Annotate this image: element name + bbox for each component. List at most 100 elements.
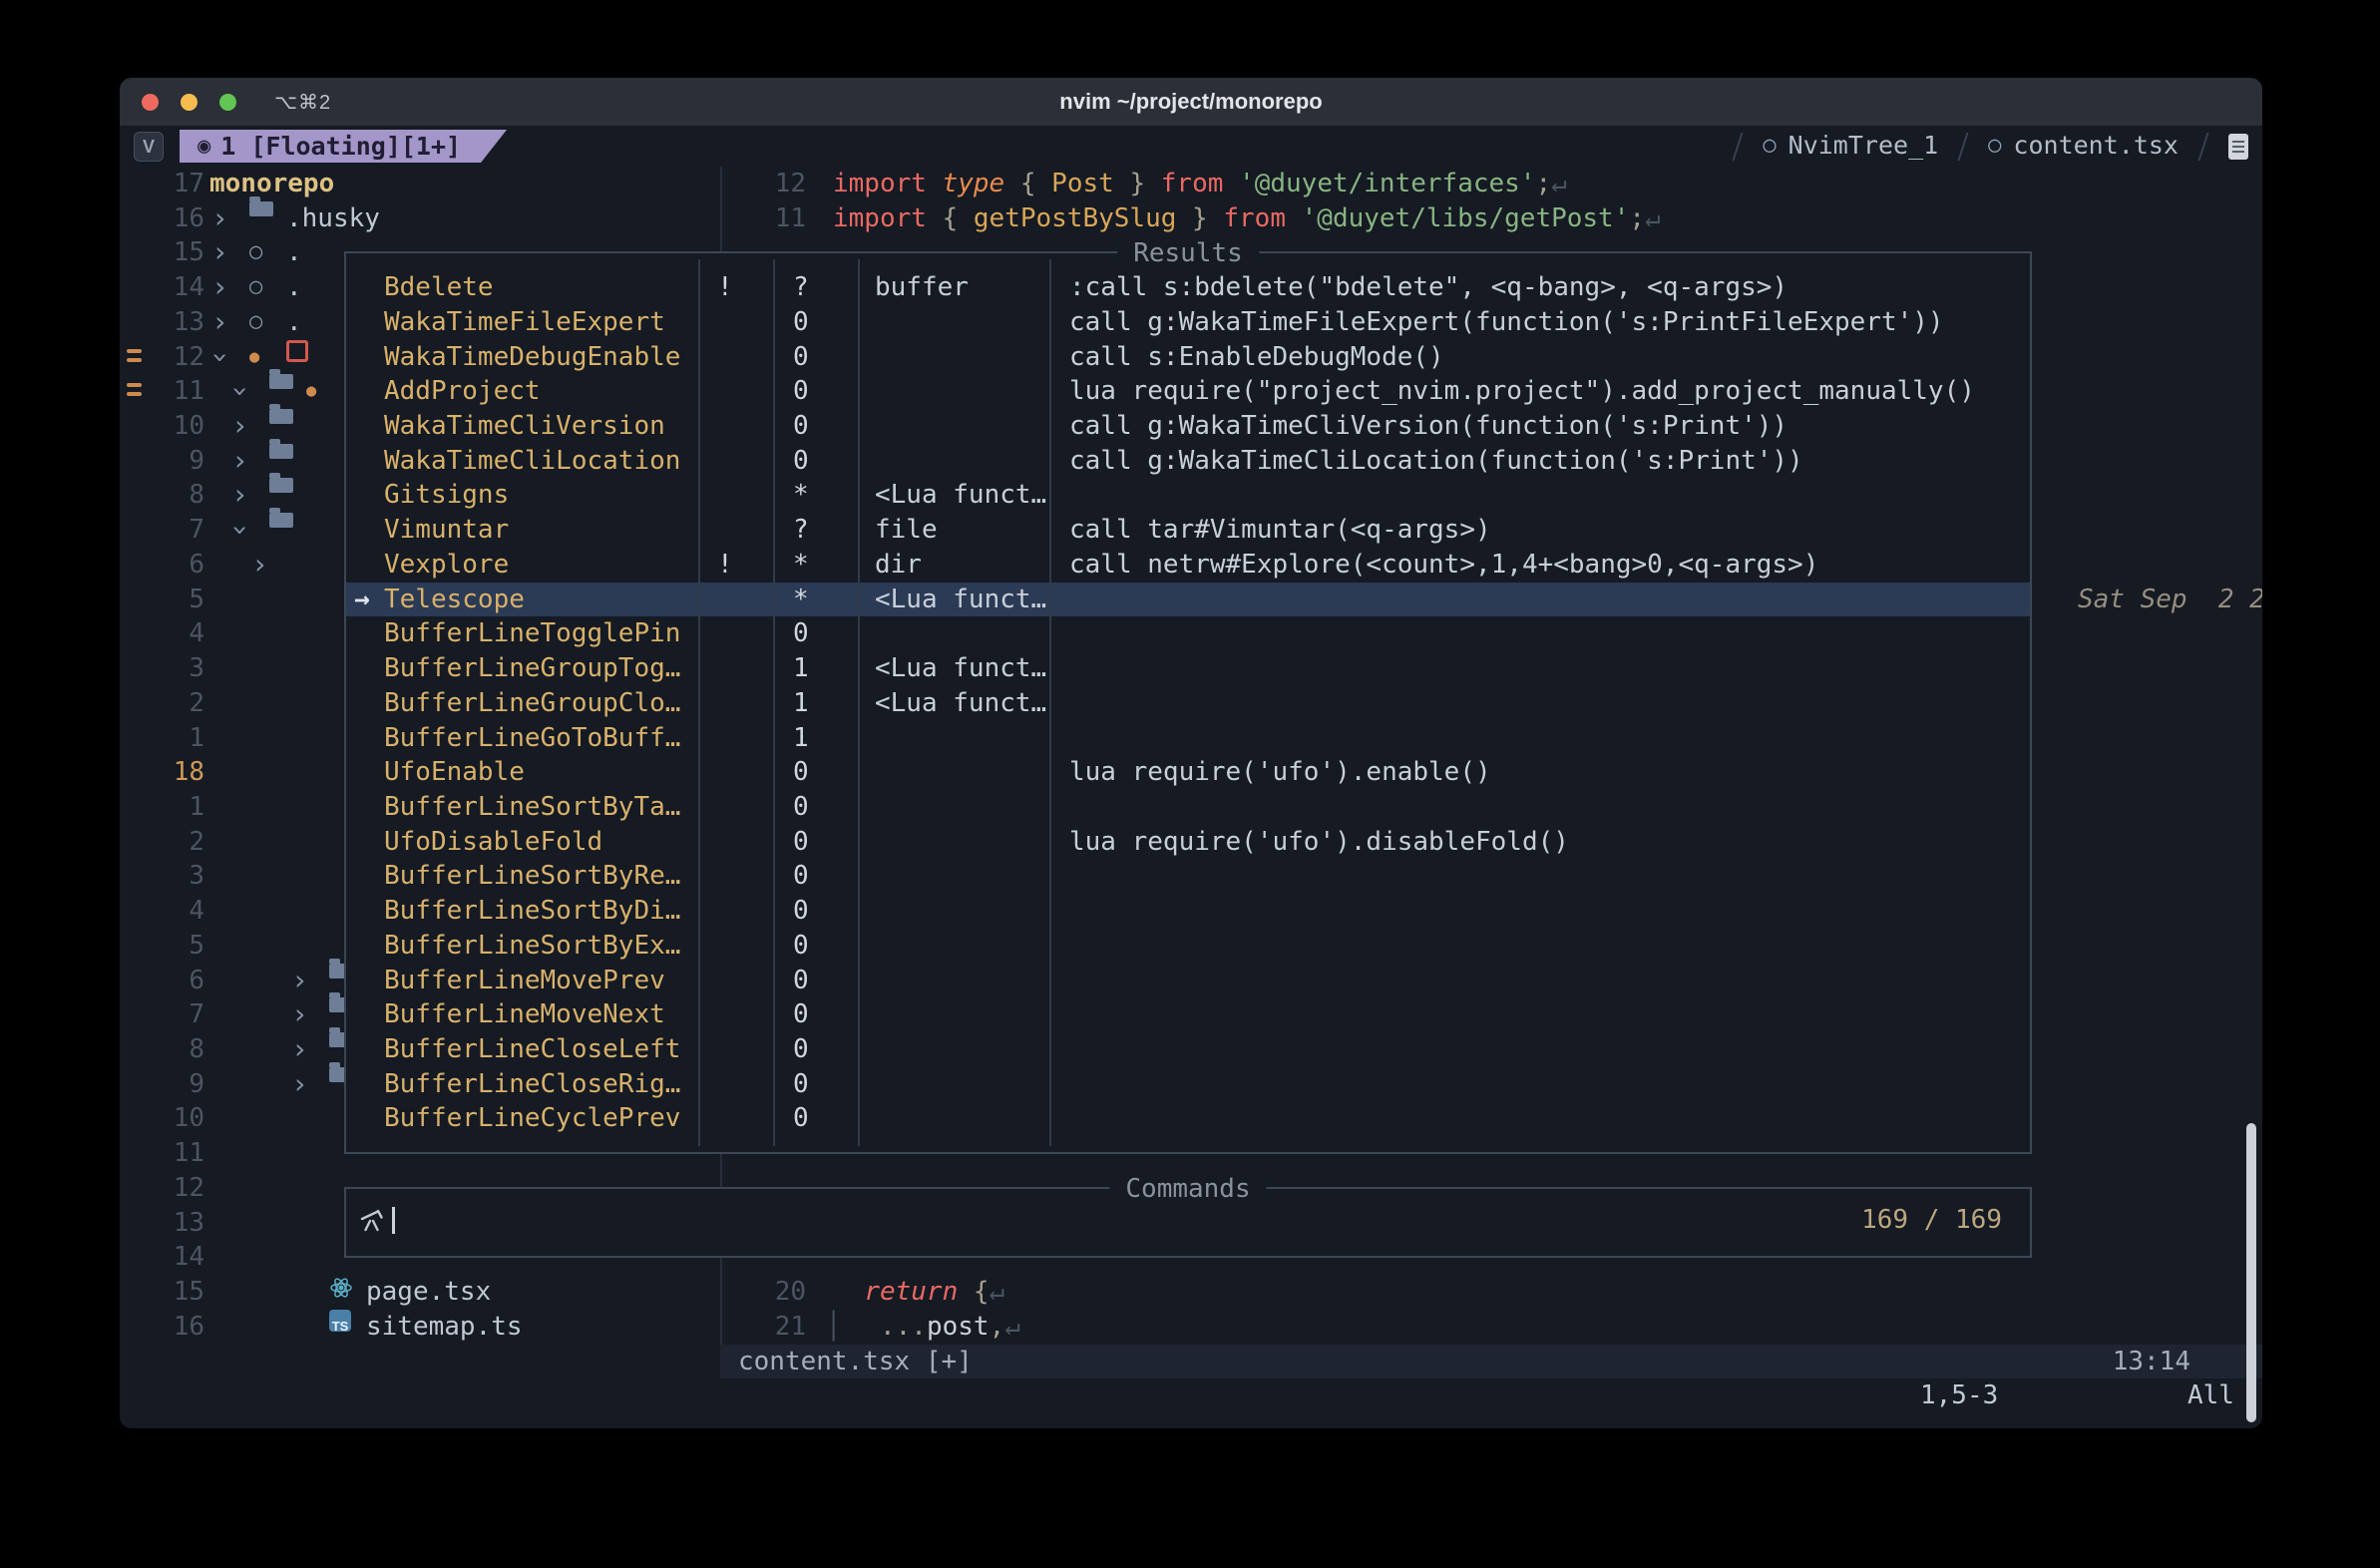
titlebar[interactable]: ⌥⌘2 nvim ~/project/monorepo xyxy=(120,78,2262,127)
code-token: ↵ xyxy=(1551,169,1567,198)
command-name: Bdelete xyxy=(384,270,494,305)
command-nargs: 0 xyxy=(793,409,809,444)
command-nargs: 0 xyxy=(793,964,809,998)
command-nargs: * xyxy=(793,478,809,513)
result-row[interactable]: BufferLineSortByDi… 0 xyxy=(346,894,2030,929)
results-list: Bdelete!?buffer:call s:bdelete("bdelete"… xyxy=(346,253,2030,1152)
code-token: ; xyxy=(1535,169,1551,198)
result-row[interactable]: Vimuntar?filecall tar#Vimuntar(<q-args>) xyxy=(346,513,2030,548)
command-name: BufferLineTogglePin xyxy=(384,616,680,651)
result-row[interactable]: BufferLineMovePrev 0 xyxy=(346,964,2030,998)
command-nargs: 0 xyxy=(793,340,809,375)
command-nargs: 0 xyxy=(793,305,809,340)
command-complete: buffer xyxy=(875,270,969,305)
minimize-button[interactable] xyxy=(181,94,198,111)
result-row[interactable]: →Telescope*<Lua funct… xyxy=(346,583,2030,617)
command-name: BufferLineMovePrev xyxy=(384,964,665,998)
command-name: WakaTimeDebugEnable xyxy=(384,340,680,375)
result-row[interactable]: UfoDisableFold0lua require('ufo').disabl… xyxy=(346,825,2030,860)
command-definition: call g:WakaTimeCliLocation(function('s:P… xyxy=(1069,444,1803,479)
command-name: BufferLineCloseLeft xyxy=(384,1032,680,1067)
code-token: getPostBySlug xyxy=(974,203,1177,233)
result-row[interactable]: BufferLineCloseLeft 0 xyxy=(346,1032,2030,1067)
prompt-input[interactable]: 169 / 169 xyxy=(346,1203,2030,1238)
tabline: V ◉ 1 [Floating][1+] ○ NvimTree_1 ○ cont… xyxy=(120,129,2262,164)
code-token xyxy=(958,1277,974,1307)
command-name: WakaTimeCliVersion xyxy=(384,409,665,444)
tab-content-tsx[interactable]: ○ content.tsx xyxy=(1988,129,2179,164)
command-bang: ! xyxy=(717,548,733,583)
command-definition: lua require('ufo').enable() xyxy=(1069,755,1491,790)
code-token: from xyxy=(1161,169,1224,198)
code-token: '@duyet/libs/getPost' xyxy=(1302,203,1630,233)
terminal-screen: V ◉ 1 [Floating][1+] ○ NvimTree_1 ○ cont… xyxy=(120,126,2262,1428)
scrollbar-thumb[interactable] xyxy=(2246,1123,2256,1422)
result-row[interactable]: WakaTimeFileExpert0call g:WakaTimeFileEx… xyxy=(346,305,2030,340)
buffer-circle-icon: ○ xyxy=(1988,129,2001,164)
code-token xyxy=(1223,169,1239,198)
command-name: WakaTimeFileExpert xyxy=(384,305,665,340)
result-row[interactable]: Vexplore!*dircall netrw#Explore(<count>,… xyxy=(346,548,2030,583)
code-token: return xyxy=(864,1277,958,1307)
command-name: BufferLineSortByTa… xyxy=(384,790,680,825)
command-nargs: 0 xyxy=(793,859,809,894)
result-row[interactable]: BufferLineCyclePrev0 xyxy=(346,1101,2030,1136)
code-token xyxy=(927,169,943,198)
code-token: ↵ xyxy=(1645,203,1661,233)
code-line[interactable]: return {↵ xyxy=(833,1275,1004,1310)
code-token xyxy=(833,1277,864,1307)
result-row[interactable]: BufferLineSortByRe…0 xyxy=(346,859,2030,894)
selection-caret-icon: → xyxy=(354,583,370,617)
command-nargs: 1 xyxy=(793,686,809,721)
zoom-button[interactable] xyxy=(219,94,236,111)
tab-nvimtree[interactable]: ○ NvimTree_1 xyxy=(1763,129,1938,164)
code-line[interactable]: import type { Post } from '@duyet/interf… xyxy=(833,167,1567,201)
command-definition: lua require("project_nvim.project").add_… xyxy=(1069,374,1975,409)
code-line-number: 21 xyxy=(733,1310,806,1345)
result-row[interactable]: BufferLineGroupTog…1<Lua funct… xyxy=(346,651,2030,686)
result-row[interactable]: WakaTimeDebugEnable0call s:EnableDebugMo… xyxy=(346,340,2030,375)
terminal-logo-badge: V xyxy=(134,132,164,162)
code-line[interactable]: ▏ ...post,↵ xyxy=(833,1310,1020,1345)
code-token: import xyxy=(833,169,927,198)
command-bang: ! xyxy=(717,270,733,305)
command-complete: dir xyxy=(875,548,922,583)
tab-active-floating[interactable]: ◉ 1 [Floating][1+] xyxy=(180,130,507,163)
result-row[interactable]: Bdelete!?buffer:call s:bdelete("bdelete"… xyxy=(346,270,2030,305)
result-row[interactable]: BufferLineSortByTa…0 xyxy=(346,790,2030,825)
command-name: BufferLineGroupClo… xyxy=(384,686,680,721)
result-row[interactable]: BufferLineMoveNext0 xyxy=(346,997,2030,1032)
close-button[interactable] xyxy=(142,94,159,111)
code-token: { xyxy=(943,203,974,233)
code-line-number: 12 xyxy=(733,167,806,201)
result-row[interactable]: BufferLineGoToBuff…1 xyxy=(346,721,2030,756)
code-token: } xyxy=(1114,169,1145,198)
document-icon[interactable] xyxy=(2228,134,2248,160)
prompt-title: Commands xyxy=(1109,1172,1266,1206)
result-row[interactable]: WakaTimeCliLocation0call g:WakaTimeCliLo… xyxy=(346,444,2030,479)
command-nargs: 0 xyxy=(793,374,809,409)
command-name: Vimuntar xyxy=(384,513,509,548)
command-complete: file xyxy=(875,513,938,548)
code-token: type xyxy=(943,169,1005,198)
command-nargs: 0 xyxy=(793,894,809,929)
command-name: BufferLineSortByDi… xyxy=(384,894,680,929)
command-nargs: 0 xyxy=(793,997,809,1032)
result-row[interactable]: UfoEnable0lua require('ufo').enable() xyxy=(346,755,2030,790)
result-row[interactable]: AddProject 0 lua require("project_nvim.pro… xyxy=(346,374,2030,409)
statusline: content.tsx [+] 13:14 xyxy=(720,1345,2262,1379)
result-row[interactable]: BufferLineTogglePin0 xyxy=(346,616,2030,651)
code-line[interactable]: import { getPostBySlug } from '@duyet/li… xyxy=(833,201,1661,236)
result-row[interactable]: Gitsigns*<Lua funct… xyxy=(346,478,2030,513)
command-name: AddProject xyxy=(384,374,541,409)
command-nargs: 0 xyxy=(793,1032,809,1067)
code-token xyxy=(1004,169,1020,198)
code-token: ↵ xyxy=(1004,1312,1020,1342)
command-name: Telescope xyxy=(384,583,525,617)
result-row[interactable]: WakaTimeCliVersion0call g:WakaTimeCliVer… xyxy=(346,409,2030,444)
command-nargs: 1 xyxy=(793,651,809,686)
result-row[interactable]: BufferLineGroupClo…1<Lua funct… xyxy=(346,686,2030,721)
command-nargs: ? xyxy=(793,513,809,548)
result-row[interactable]: BufferLineSortByEx…0 xyxy=(346,929,2030,964)
result-row[interactable]: BufferLineCloseRig…0 xyxy=(346,1067,2030,1102)
